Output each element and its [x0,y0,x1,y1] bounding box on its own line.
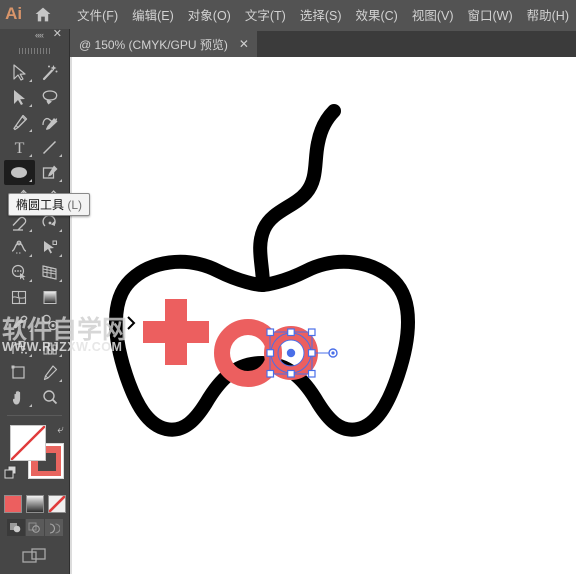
default-fill-stroke-icon[interactable] [4,465,18,484]
tools-divider [7,415,62,416]
close-icon[interactable]: ✕ [239,38,249,50]
mesh-tool-icon[interactable] [4,285,35,310]
flyout-indicator [59,229,62,232]
tools-grid: T [0,57,69,410]
menu-type[interactable]: 文字(T) [238,1,293,28]
flyout-indicator [59,279,62,282]
gradient-tool-icon[interactable] [35,285,66,310]
fill-swatch[interactable] [10,425,46,461]
collapse-icon[interactable]: «« [35,31,44,40]
flyout-indicator [28,279,32,282]
flyout-indicator [28,154,32,157]
type-tool-icon[interactable]: T [4,135,35,160]
tools-panel: «« ✕ T ⤶ [0,29,70,574]
color-mode-buttons [0,495,69,513]
line-segment-tool-icon[interactable] [35,135,66,160]
zoom-tool-icon[interactable] [35,385,66,410]
flyout-indicator [28,104,32,107]
menu-items: 文件(F) 编辑(E) 对象(O) 文字(T) 选择(S) 效果(C) 视图(V… [70,1,576,28]
tooltip-shortcut: (L) [67,198,83,212]
flyout-indicator [28,329,32,332]
tools-panel-header: «« ✕ [0,29,69,45]
flyout-indicator [28,129,32,132]
flyout-indicator [28,79,32,82]
lasso-tool-icon[interactable] [35,85,66,110]
menu-file[interactable]: 文件(F) [70,1,125,28]
free-transform-tool-icon[interactable] [35,235,66,260]
svg-text:T: T [14,140,24,156]
swap-fill-stroke-icon[interactable]: ⤶ [57,422,64,437]
ellipse-tool-icon[interactable] [4,160,35,185]
change-screen-mode-button[interactable] [0,546,69,566]
document-tab-label: @ 150% (CMYK/GPU 预览) [79,37,228,52]
flyout-indicator [28,229,32,232]
selection-tool-icon[interactable] [4,60,35,85]
color-mode-color[interactable] [3,495,22,513]
blend-tool-icon[interactable] [35,310,66,335]
stray-anchor-mark [127,316,136,330]
draw-mode-buttons [0,519,69,536]
draw-normal-mode[interactable] [6,519,25,536]
menu-help[interactable]: 帮助(H) [520,1,576,28]
fill-stroke-controls: ⤶ [0,421,69,493]
close-icon[interactable]: ✕ [53,29,62,40]
magic-wand-tool-icon[interactable] [35,60,66,85]
menu-window[interactable]: 窗口(W) [461,1,520,28]
artboard-tool-icon[interactable] [4,360,35,385]
home-icon-glyph [35,7,51,21]
perspective-grid-tool-icon[interactable] [35,260,66,285]
flyout-indicator [28,179,32,182]
color-mode-gradient[interactable] [25,495,44,513]
none-slash-icon [48,496,65,512]
flyout-indicator [59,179,62,182]
document-tab[interactable]: @ 150% (CMYK/GPU 预览) ✕ [70,31,257,57]
symbol-sprayer-tool-icon[interactable] [4,335,35,360]
menu-select[interactable]: 选择(S) [293,1,349,28]
menu-edit[interactable]: 编辑(E) [125,1,181,28]
gamepad-illustration[interactable] [70,57,576,574]
document-tab-bar: @ 150% (CMYK/GPU 预览) ✕ [70,31,576,57]
home-icon[interactable] [27,0,58,28]
document-canvas[interactable] [70,57,576,574]
flyout-indicator [59,254,62,257]
ai-logo: Ai [5,4,23,23]
shape-builder-tool-icon[interactable] [4,260,35,285]
pen-tool-icon[interactable] [4,110,35,135]
width-tool-icon[interactable] [4,235,35,260]
menu-object[interactable]: 对象(O) [181,1,238,28]
illustrator-window: Ai 文件(F) 编辑(E) 对象(O) 文字(T) 选择(S) 效果(C) 视… [0,0,576,574]
menu-bar: Ai 文件(F) 编辑(E) 对象(O) 文字(T) 选择(S) 效果(C) 视… [0,0,576,28]
eyedropper-tool-icon[interactable] [4,310,35,335]
curvature-tool-icon[interactable] [35,110,66,135]
dpad-cross-shape[interactable] [143,299,209,365]
flyout-indicator [59,154,62,157]
hand-tool-icon[interactable] [4,385,35,410]
flyout-indicator [28,404,32,407]
column-graph-tool-icon[interactable] [35,335,66,360]
draw-inside-mode[interactable] [44,519,63,536]
flyout-indicator [28,354,32,357]
tooltip-label: 椭圆工具 [16,198,65,212]
none-slash-icon [11,426,45,460]
menu-view[interactable]: 视图(V) [405,1,461,28]
slice-tool-icon[interactable] [35,360,66,385]
draw-behind-mode[interactable] [25,519,44,536]
menu-effect[interactable]: 效果(C) [348,1,404,28]
flyout-indicator [59,379,62,382]
color-mode-none[interactable] [47,495,66,513]
panel-drag-handle[interactable] [0,45,69,57]
flyout-indicator [59,354,62,357]
direct-selection-tool-icon[interactable] [4,85,35,110]
flyout-indicator [28,254,32,257]
tool-tooltip: 椭圆工具 (L) [8,193,91,216]
shaper-tool-icon[interactable] [35,160,66,185]
